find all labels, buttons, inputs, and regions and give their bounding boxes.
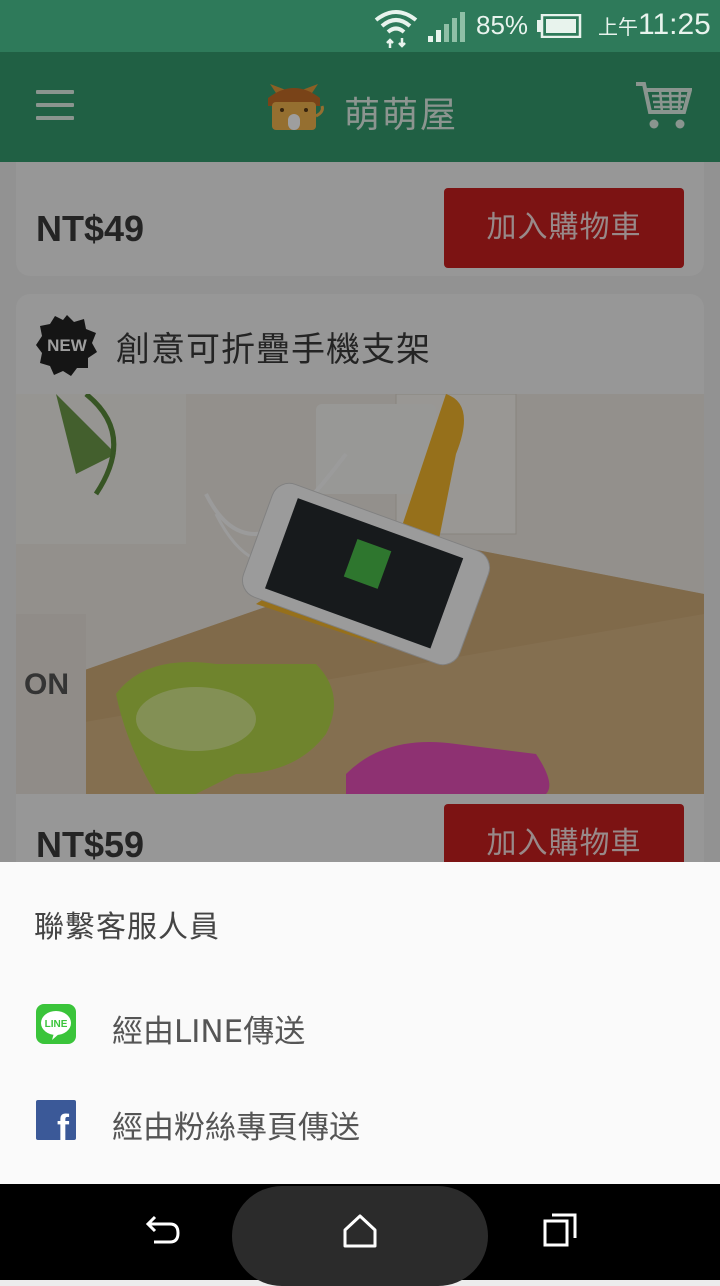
- facebook-icon-text: f: [57, 1107, 70, 1140]
- contact-bottom-sheet: 聯繫客服人員 LINE 經由LINE傳送 f 經由粉絲專頁傳送: [0, 862, 720, 1184]
- system-nav-bar: [0, 1184, 720, 1286]
- option-label: 經由粉絲專頁傳送: [112, 1110, 360, 1146]
- wifi-icon: [374, 10, 418, 48]
- send-via-line-option[interactable]: LINE 經由LINE傳送: [0, 978, 720, 1074]
- modal-scrim[interactable]: [0, 52, 720, 864]
- clock: 上午11:25: [598, 8, 711, 42]
- home-icon[interactable]: [342, 1212, 378, 1250]
- option-label: 經由LINE傳送: [112, 1014, 306, 1050]
- clock-period: 上午: [598, 17, 638, 39]
- battery-icon: [537, 14, 582, 38]
- clock-time: 11:25: [638, 8, 711, 41]
- line-icon-text: LINE: [45, 1019, 68, 1030]
- line-icon: LINE: [36, 1004, 76, 1044]
- cell-signal-icon: [428, 12, 465, 42]
- send-via-fanpage-option[interactable]: f 經由粉絲專頁傳送: [0, 1074, 720, 1170]
- recent-apps-icon[interactable]: [542, 1212, 578, 1248]
- back-icon[interactable]: [142, 1212, 180, 1250]
- facebook-icon: f: [36, 1100, 76, 1140]
- battery-percent: 85%: [476, 10, 529, 40]
- status-bar: 85% 上午11:25: [0, 0, 720, 52]
- sheet-heading: 聯繫客服人員: [34, 910, 220, 945]
